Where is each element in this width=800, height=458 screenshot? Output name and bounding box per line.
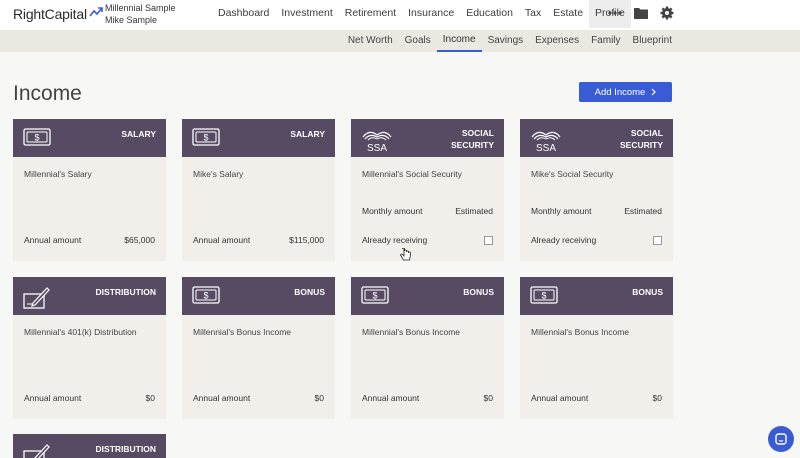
monthly-amount-value: Estimated — [455, 206, 493, 216]
annual-amount-label: Annual amount — [362, 393, 420, 403]
income-card-social-security-millennial[interactable]: SSA SOCIAL SECURITY Millennial's Social S… — [351, 119, 504, 261]
annual-amount-value: $0 — [652, 393, 662, 403]
nav-tax[interactable]: Tax — [519, 0, 547, 28]
card-name: Mike's Salary — [193, 169, 244, 179]
tab-blueprint[interactable]: Blueprint — [627, 30, 678, 52]
logo-arrow-icon — [89, 7, 103, 17]
already-receiving-checkbox[interactable] — [653, 235, 662, 245]
svg-text:$: $ — [203, 291, 208, 301]
annual-amount-label: Annual amount — [193, 393, 251, 403]
card-name: Millennial's Bonus Income — [193, 327, 292, 337]
annual-amount-value: $0 — [314, 393, 324, 403]
card-type: DISTRIBUTION — [95, 287, 156, 297]
dollar-bill-icon: $ — [530, 286, 558, 304]
dollar-bill-icon: $ — [192, 128, 220, 146]
already-receiving-checkbox[interactable] — [484, 235, 493, 245]
monthly-amount-label: Monthly amount — [531, 206, 592, 216]
card-type: BONUS — [463, 287, 494, 297]
annual-amount-label: Annual amount — [531, 393, 589, 403]
annual-amount-label: Annual amount — [24, 393, 82, 403]
nav-estate[interactable]: Estate — [547, 0, 589, 28]
monthly-amount-value: Estimated — [624, 206, 662, 216]
add-income-label: Add Income — [594, 86, 646, 98]
more-icon[interactable] — [606, 4, 624, 22]
svg-text:$: $ — [541, 291, 546, 301]
client-names[interactable]: Millennial Sample Mike Sample — [105, 3, 176, 26]
annual-amount-value: $0 — [145, 393, 155, 403]
card-name: Mike's Social Security — [531, 169, 614, 179]
card-name: Millennial's Salary — [24, 169, 92, 179]
annual-amount-value: $115,000 — [289, 235, 324, 245]
add-income-button[interactable]: Add Income — [579, 82, 672, 102]
income-card-salary-mike[interactable]: $ SALARY Mike's Salary Annual amount $11… — [182, 119, 335, 261]
chat-button[interactable] — [768, 426, 794, 452]
main-nav: Dashboard Investment Retirement Insuranc… — [212, 0, 631, 28]
income-card-distribution[interactable]: DISTRIBUTION — [13, 434, 166, 458]
tab-goals[interactable]: Goals — [399, 30, 437, 52]
card-name: Millennial's 401(k) Distribution — [24, 327, 137, 337]
sub-nav: Net Worth Goals Income Savings Expenses … — [0, 30, 800, 52]
svg-text:$: $ — [203, 133, 208, 143]
tab-family[interactable]: Family — [585, 30, 626, 52]
client-1: Millennial Sample — [105, 3, 176, 13]
page-title: Income — [13, 82, 82, 105]
annual-amount-label: Annual amount — [24, 235, 82, 245]
card-type: DISTRIBUTION — [95, 444, 156, 454]
ssa-icon: SSA — [531, 131, 561, 152]
tab-net-worth[interactable]: Net Worth — [342, 30, 399, 52]
chevron-right-icon — [651, 88, 657, 96]
card-type: SALARY — [121, 129, 156, 139]
tab-expenses[interactable]: Expenses — [529, 30, 585, 52]
already-receiving-label: Already receiving — [362, 235, 428, 245]
ssa-icon: SSA — [362, 131, 392, 152]
nav-education[interactable]: Education — [460, 0, 519, 28]
client-2: Mike Sample — [105, 14, 158, 25]
nav-insurance[interactable]: Insurance — [402, 0, 460, 28]
card-name: Millennial's Bonus Income — [362, 327, 461, 337]
monthly-amount-label: Monthly amount — [362, 206, 423, 216]
income-card-distribution[interactable]: DISTRIBUTION Millennial's 401(k) Distrib… — [13, 277, 166, 419]
ssa-logo-text: SSA — [536, 143, 556, 152]
annual-amount-value: $65,000 — [124, 235, 155, 245]
income-card-social-security-mike[interactable]: SSA SOCIAL SECURITY Mike's Social Securit… — [520, 119, 673, 261]
card-type: SOCIAL SECURITY — [451, 128, 494, 150]
already-receiving-label: Already receiving — [531, 235, 597, 245]
check-pen-icon — [23, 287, 50, 309]
income-card-bonus[interactable]: $ BONUS Millennial's Bonus Income Annual… — [520, 277, 673, 419]
income-card-salary-millennial[interactable]: $ SALARY Millennial's Salary Annual amou… — [13, 119, 166, 261]
card-type: SALARY — [290, 129, 325, 139]
ssa-logo-text: SSA — [367, 143, 387, 152]
card-type: BONUS — [632, 287, 663, 297]
card-type: BONUS — [294, 287, 325, 297]
dollar-bill-icon: $ — [192, 286, 220, 304]
card-type: SOCIAL SECURITY — [620, 128, 663, 150]
annual-amount-value: $0 — [483, 393, 493, 403]
logo[interactable]: RightCapital — [13, 6, 103, 22]
income-card-bonus[interactable]: $ BONUS Millennial's Bonus Income Annual… — [182, 277, 335, 419]
gear-icon[interactable] — [658, 4, 676, 22]
hand-cursor-icon — [400, 248, 411, 261]
card-name: Millennial's Bonus Income — [531, 327, 630, 337]
nav-dashboard[interactable]: Dashboard — [212, 0, 275, 28]
dollar-bill-icon: $ — [23, 128, 51, 146]
chat-icon — [775, 433, 787, 445]
dollar-bill-icon: $ — [361, 286, 389, 304]
top-bar: RightCapital Millennial Sample Mike Samp… — [0, 0, 800, 30]
folder-icon[interactable] — [632, 4, 650, 22]
svg-text:$: $ — [372, 291, 377, 301]
card-name: Millennial's Social Security — [362, 169, 462, 179]
check-pen-icon — [23, 444, 50, 458]
svg-text:$: $ — [34, 133, 39, 143]
tab-savings[interactable]: Savings — [482, 30, 530, 52]
tab-income[interactable]: Income — [436, 30, 482, 52]
logo-text: RightCapital — [13, 6, 87, 22]
annual-amount-label: Annual amount — [193, 235, 251, 245]
nav-icons — [606, 4, 676, 22]
income-card-bonus[interactable]: $ BONUS Millennial's Bonus Income Annual… — [351, 277, 504, 419]
nav-retirement[interactable]: Retirement — [339, 0, 402, 28]
nav-investment[interactable]: Investment — [275, 0, 338, 28]
